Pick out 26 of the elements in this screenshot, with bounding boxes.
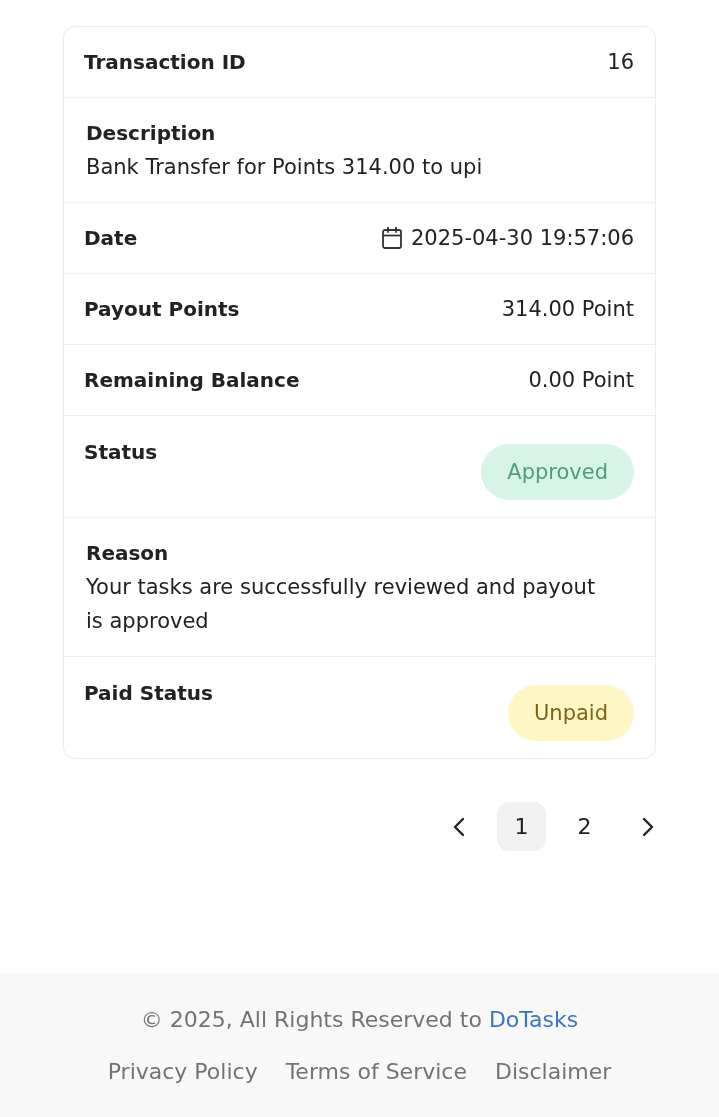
status-badge: Approved — [481, 444, 634, 500]
field-label: Description — [86, 120, 217, 147]
brand-link[interactable]: DoTasks — [488, 1007, 579, 1032]
field-value: 314.00 Point — [501, 296, 634, 322]
page-button[interactable]: 1 — [497, 802, 546, 851]
copyright-text: © 2025, All Rights Reserved to DoTasks — [139, 1006, 580, 1034]
field-label: Status — [84, 439, 158, 465]
field-value: Bank Transfer for Points 314.00 to upi — [86, 154, 484, 181]
calendar-icon — [381, 227, 402, 249]
chevron-left-icon — [452, 816, 465, 837]
field-label: Reason — [86, 540, 170, 567]
footer-link[interactable]: Disclaimer — [494, 1057, 612, 1087]
field-label: Payout Points — [84, 296, 240, 322]
field-value: 16 — [607, 49, 634, 75]
field-label: Paid Status — [84, 680, 213, 706]
field-value: 0.00 Point — [528, 367, 634, 393]
field-label: Transaction ID — [84, 49, 246, 75]
field-value: 2025-04-30 19:57:06 — [410, 225, 634, 251]
chevron-right-icon — [641, 816, 654, 837]
footer-link[interactable]: Terms of Service — [285, 1057, 467, 1087]
page-button[interactable]: 2 — [560, 802, 609, 851]
status-badge: Unpaid — [507, 685, 634, 741]
field-label: Date — [84, 225, 138, 251]
field-value: Your tasks are successfully reviewed and payout is approved — [86, 574, 597, 635]
field-label: Remaining Balance — [84, 367, 300, 393]
footer-link[interactable]: Privacy Policy — [107, 1057, 258, 1087]
